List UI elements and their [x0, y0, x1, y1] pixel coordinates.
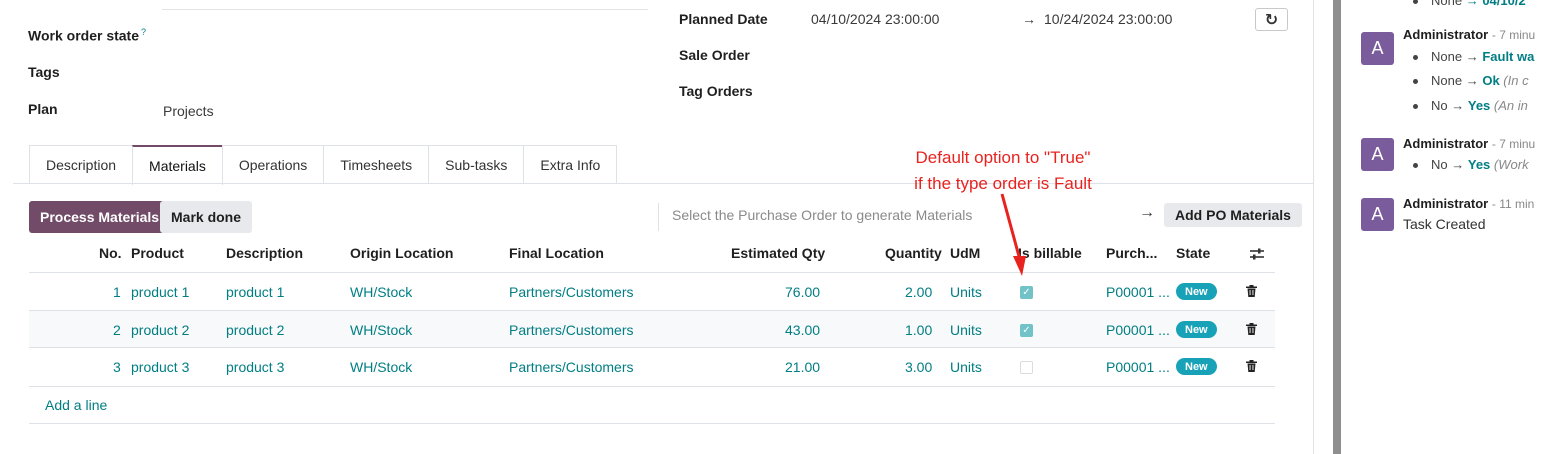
- help-tooltip-icon[interactable]: ?: [141, 27, 146, 37]
- tracking-change: None → Ok (In c: [1413, 73, 1529, 88]
- is-billable-checkbox[interactable]: [1020, 361, 1033, 374]
- message-author[interactable]: Administrator - 7 minu: [1403, 27, 1535, 42]
- planned-date-label: Planned Date: [679, 11, 768, 27]
- product-link[interactable]: product 2: [131, 322, 189, 338]
- final-location-link[interactable]: Partners/Customers: [509, 322, 633, 338]
- purchase-order-link[interactable]: P00001 ...: [1106, 322, 1170, 338]
- column-header-final-location[interactable]: Final Location: [509, 245, 604, 261]
- add-po-materials-button[interactable]: Add PO Materials: [1164, 203, 1302, 227]
- column-header-estimated-qty[interactable]: Estimated Qty: [731, 245, 825, 261]
- estimated-qty-cell[interactable]: 43.00: [785, 322, 820, 338]
- row-divider: [29, 386, 1275, 387]
- table-row[interactable]: 3 product 3 product 3 WH/Stock Partners/…: [29, 348, 1275, 385]
- column-header-purchase[interactable]: Purch...: [1106, 245, 1157, 261]
- purchase-order-select[interactable]: Select the Purchase Order to generate Ma…: [672, 207, 972, 223]
- is-billable-checkbox[interactable]: ✓: [1020, 286, 1033, 299]
- origin-location-link[interactable]: WH/Stock: [350, 284, 412, 300]
- tab-description[interactable]: Description: [29, 145, 134, 184]
- trash-icon[interactable]: [1246, 360, 1257, 372]
- description-cell[interactable]: product 3: [226, 359, 284, 375]
- avatar[interactable]: A: [1361, 32, 1394, 65]
- column-header-no[interactable]: No.: [99, 245, 122, 261]
- column-header-origin-location[interactable]: Origin Location: [350, 245, 453, 261]
- column-header-product[interactable]: Product: [131, 245, 184, 261]
- plan-label: Plan: [28, 101, 58, 117]
- quantity-cell[interactable]: 1.00: [905, 322, 932, 338]
- quantity-cell[interactable]: 3.00: [905, 359, 932, 375]
- annotation-arrow-icon: [1000, 193, 1026, 276]
- message-author[interactable]: Administrator - 7 minu: [1403, 136, 1535, 151]
- annotation-line-1: Default option to "True": [915, 148, 1091, 167]
- purchase-order-link[interactable]: P00001 ...: [1106, 284, 1170, 300]
- table-row[interactable]: 1 product 1 product 1 WH/Stock Partners/…: [29, 273, 1275, 310]
- sale-order-label: Sale Order: [679, 47, 750, 63]
- column-header-udm[interactable]: UdM: [950, 245, 980, 261]
- product-link[interactable]: product 3: [131, 359, 189, 375]
- panel-gap: [1315, 0, 1333, 454]
- state-badge: New: [1176, 283, 1217, 300]
- trash-icon[interactable]: [1246, 285, 1257, 297]
- product-link[interactable]: product 1: [131, 284, 189, 300]
- estimated-qty-cell[interactable]: 76.00: [785, 284, 820, 300]
- message-body: Task Created: [1403, 216, 1486, 232]
- mark-done-button[interactable]: Mark done: [160, 201, 253, 233]
- scrollbar[interactable]: [1333, 0, 1341, 454]
- trash-icon[interactable]: [1246, 323, 1257, 335]
- tracking-change: None → Fault wa: [1413, 49, 1534, 64]
- tab-timesheets[interactable]: Timesheets: [323, 145, 430, 184]
- planned-date-start[interactable]: 04/10/2024 23:00:00: [811, 11, 939, 27]
- optional-columns-icon[interactable]: [1249, 247, 1265, 261]
- description-cell[interactable]: product 2: [226, 322, 284, 338]
- arrow-right-icon: →: [1139, 204, 1155, 221]
- chatter-panel: None → 04/10/2 A Administrator - 7 minu …: [1341, 0, 1545, 454]
- state-badge: New: [1176, 321, 1217, 338]
- udm-link[interactable]: Units: [950, 322, 982, 338]
- work-order-state-label: Work order state?: [28, 27, 147, 44]
- process-materials-button[interactable]: Process Materials: [29, 201, 171, 233]
- tracking-change: None → 04/10/2: [1413, 0, 1526, 8]
- tracking-change: No → Yes (An in: [1413, 98, 1528, 113]
- tracking-change: No → Yes (Work: [1413, 157, 1529, 172]
- tab-materials[interactable]: Materials: [132, 145, 223, 185]
- origin-location-link[interactable]: WH/Stock: [350, 322, 412, 338]
- planned-date-end[interactable]: 10/24/2024 23:00:00: [1044, 11, 1172, 27]
- final-location-link[interactable]: Partners/Customers: [509, 284, 633, 300]
- udm-link[interactable]: Units: [950, 359, 982, 375]
- tag-orders-label: Tag Orders: [679, 83, 753, 99]
- avatar[interactable]: A: [1361, 198, 1394, 231]
- description-cell[interactable]: product 1: [226, 284, 284, 300]
- planned-date-arrow: →: [1022, 11, 1036, 27]
- column-header-description[interactable]: Description: [226, 245, 303, 261]
- tags-label: Tags: [28, 64, 60, 80]
- refresh-button[interactable]: ↻: [1255, 8, 1288, 31]
- origin-location-link[interactable]: WH/Stock: [350, 359, 412, 375]
- is-billable-checkbox[interactable]: ✓: [1020, 324, 1033, 337]
- form-sheet: Work order state? Tags Plan Projects Pla…: [0, 0, 1314, 454]
- field-underline: [162, 9, 648, 10]
- quantity-cell[interactable]: 2.00: [905, 284, 932, 300]
- tab-sub-tasks[interactable]: Sub-tasks: [428, 145, 525, 184]
- purchase-order-link[interactable]: P00001 ...: [1106, 359, 1170, 375]
- state-badge: New: [1176, 358, 1217, 375]
- column-header-quantity[interactable]: Quantity: [885, 245, 942, 261]
- refresh-icon: ↻: [1264, 11, 1279, 29]
- plan-value[interactable]: Projects: [163, 103, 214, 119]
- message-author[interactable]: Administrator - 11 min: [1403, 196, 1534, 211]
- table-footer-divider: [29, 423, 1275, 424]
- row-number: 3: [113, 359, 121, 375]
- tab-extra-info[interactable]: Extra Info: [523, 145, 618, 184]
- avatar[interactable]: A: [1361, 138, 1394, 171]
- udm-link[interactable]: Units: [950, 284, 982, 300]
- tab-operations[interactable]: Operations: [221, 145, 325, 184]
- row-number: 2: [113, 322, 121, 338]
- toolbar-separator: [658, 203, 659, 231]
- add-a-line-link[interactable]: Add a line: [45, 397, 107, 413]
- column-header-state[interactable]: State: [1176, 245, 1210, 261]
- table-row[interactable]: 2 product 2 product 2 WH/Stock Partners/…: [29, 311, 1275, 348]
- final-location-link[interactable]: Partners/Customers: [509, 359, 633, 375]
- notebook-tabs: Description Materials Operations Timeshe…: [29, 145, 618, 185]
- row-number: 1: [113, 284, 121, 300]
- estimated-qty-cell[interactable]: 21.00: [785, 359, 820, 375]
